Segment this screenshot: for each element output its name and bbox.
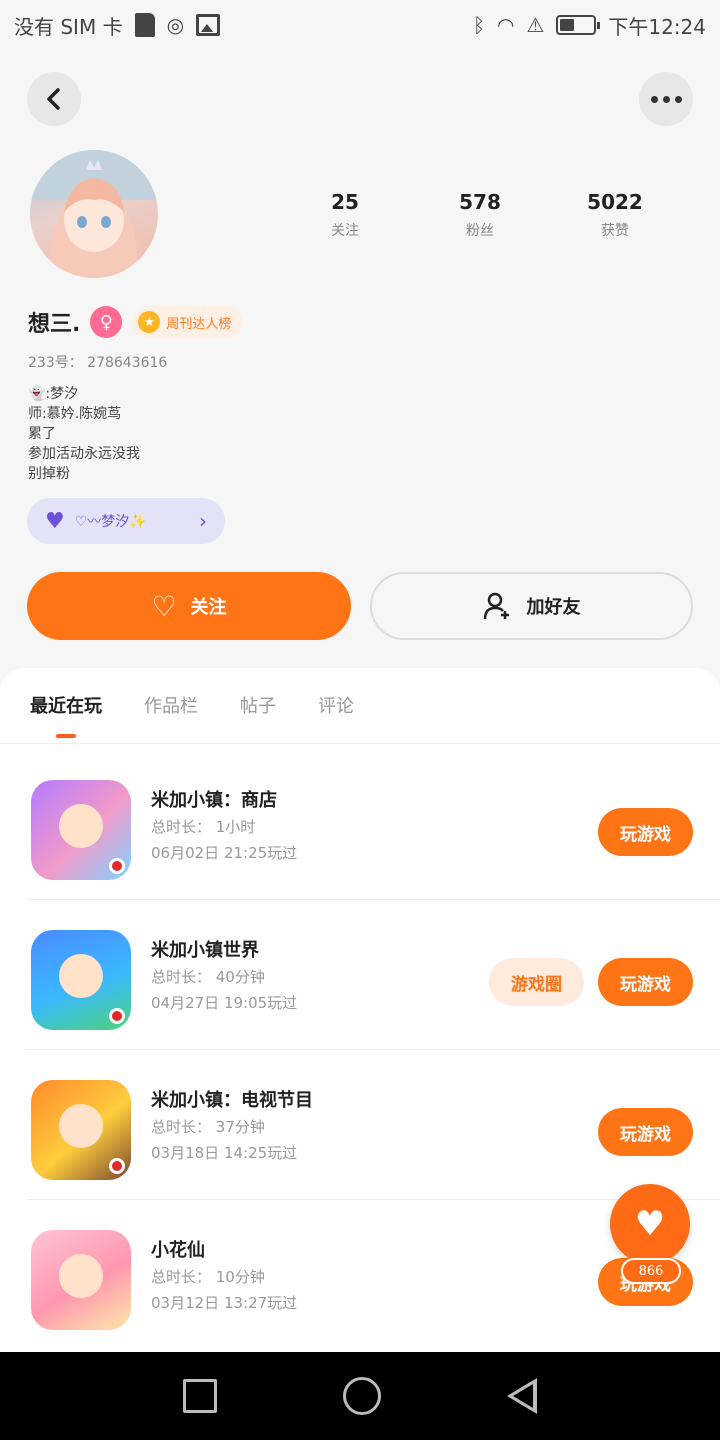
game-last-played: 03月18日 14:25玩过 xyxy=(151,1144,298,1162)
game-duration: 总时长： 10分钟 xyxy=(151,1268,265,1286)
image-icon xyxy=(196,14,221,36)
stat-value: 578 xyxy=(459,190,501,214)
game-title: 米加小镇：电视节目 xyxy=(151,1090,313,1111)
game-title: 米加小镇：商店 xyxy=(151,790,277,811)
sd-card-icon xyxy=(134,13,155,37)
bio-line: 参加活动永远没我 xyxy=(28,446,140,462)
game-last-played: 06月02日 21:25玩过 xyxy=(151,844,298,862)
system-nav-bar xyxy=(0,1352,720,1440)
game-duration: 总时长： 1小时 xyxy=(151,818,256,836)
bluetooth-icon: ᛒ xyxy=(472,13,485,37)
star-icon: ★ xyxy=(138,311,161,333)
heart-plus-icon: ♡ xyxy=(151,589,177,623)
game-title: 米加小镇世界 xyxy=(151,940,259,961)
game-icon[interactable] xyxy=(31,1230,131,1330)
tab-posts[interactable]: 帖子 xyxy=(240,692,276,718)
clock-text: 下午12:24 xyxy=(608,14,706,39)
add-friend-button[interactable]: 加好友 xyxy=(370,572,693,640)
alert-icon: ⚠ xyxy=(526,13,545,37)
profile-stats: 25 关注 578 粉丝 5022 获赞 xyxy=(290,190,670,240)
recents-button[interactable] xyxy=(183,1379,217,1413)
user-id: 233号： 278643616 xyxy=(28,355,168,371)
battery-icon xyxy=(556,15,601,35)
stat-value: 5022 xyxy=(587,190,643,214)
more-options-button[interactable] xyxy=(639,72,693,126)
avatar-illustration xyxy=(30,150,158,278)
game-duration: 总时长： 40分钟 xyxy=(151,968,265,986)
stat-likes[interactable]: 5022 获赞 xyxy=(560,190,670,240)
fan-club-chip[interactable]: ♥ ♡〰梦汐✨ › xyxy=(27,498,225,544)
ranking-badge[interactable]: ★ 周刊达人榜 xyxy=(132,306,244,338)
female-gender-icon: ♀ xyxy=(90,306,123,338)
bio-line: 👻:梦汐 xyxy=(28,386,79,402)
chevron-left-icon xyxy=(47,88,60,110)
game-icon[interactable] xyxy=(31,930,131,1030)
stat-label: 获赞 xyxy=(601,223,629,239)
follow-button[interactable]: ♡ 关注 xyxy=(27,572,351,640)
stat-label: 粉丝 xyxy=(466,223,494,239)
heart-icon: ♥ xyxy=(45,508,65,534)
game-duration: 总时长： 37分钟 xyxy=(151,1118,265,1136)
play-game-button[interactable]: 玩游戏 xyxy=(598,808,693,856)
game-icon[interactable] xyxy=(31,780,131,880)
back-nav-button[interactable] xyxy=(507,1378,537,1414)
club-label: ♡〰梦汐✨ xyxy=(74,514,147,530)
stat-followers[interactable]: 578 粉丝 xyxy=(425,190,535,240)
content-panel: 最近在玩 作品栏 帖子 评论 米加小镇：商店 总时长： 1小时 06月02日 2… xyxy=(0,668,720,1358)
username: 想三. xyxy=(28,312,81,337)
like-count-badge: 866 xyxy=(621,1258,681,1284)
game-icon[interactable] xyxy=(31,1080,131,1180)
heart-icon: ♥ xyxy=(634,1204,666,1244)
game-last-played: 03月12日 13:27玩过 xyxy=(151,1294,298,1312)
stat-value: 25 xyxy=(331,190,359,214)
tab-recent-played[interactable]: 最近在玩 xyxy=(30,692,102,718)
stat-following[interactable]: 25 关注 xyxy=(290,190,400,240)
bio-line: 累了 xyxy=(28,426,56,442)
tabs-divider xyxy=(0,743,720,744)
like-fab-button[interactable]: ♥ xyxy=(610,1184,690,1264)
tab-works[interactable]: 作品栏 xyxy=(144,692,198,718)
list-item[interactable]: 米加小镇世界 总时长： 40分钟 04月27日 19:05玩过 游戏圈 玩游戏 xyxy=(27,900,720,1050)
stat-label: 关注 xyxy=(331,223,359,239)
game-title: 小花仙 xyxy=(151,1240,205,1261)
add-person-icon xyxy=(483,592,509,620)
list-item[interactable]: 米加小镇：电视节目 总时长： 37分钟 03月18日 14:25玩过 玩游戏 xyxy=(27,1050,720,1200)
carrier-text: 没有 SIM 卡 xyxy=(14,14,123,39)
profile-tabs: 最近在玩 作品栏 帖子 评论 xyxy=(30,692,354,718)
hotspot-icon: ◎ xyxy=(166,13,185,37)
back-button[interactable] xyxy=(27,72,81,126)
list-item[interactable]: 米加小镇：商店 总时长： 1小时 06月02日 21:25玩过 玩游戏 xyxy=(27,750,720,900)
bio-line: 师:慕妗.陈婉茑 xyxy=(28,406,122,422)
play-game-button[interactable]: 玩游戏 xyxy=(598,1108,693,1156)
avatar[interactable] xyxy=(30,150,158,278)
badge-label: 周刊达人榜 xyxy=(166,316,232,332)
wifi-icon: ◠ xyxy=(496,13,515,37)
add-friend-label: 加好友 xyxy=(526,597,581,618)
bio: 👻:梦汐 师:慕妗.陈婉茑 累了 参加活动永远没我 别掉粉 xyxy=(28,384,140,484)
more-dots-icon xyxy=(650,95,682,103)
name-row: 想三. ♀ ★ 周刊达人榜 xyxy=(28,306,244,338)
game-last-played: 04月27日 19:05玩过 xyxy=(151,994,298,1012)
home-button[interactable] xyxy=(343,1377,381,1415)
chevron-right-icon: › xyxy=(199,509,207,533)
status-bar: 没有 SIM 卡 ◎ ᛒ ◠ ⚠ 下午12:24 xyxy=(0,0,720,50)
bio-line: 别掉粉 xyxy=(28,466,70,482)
play-game-button[interactable]: 玩游戏 xyxy=(598,958,693,1006)
game-circle-button[interactable]: 游戏圈 xyxy=(489,958,584,1006)
tab-comments[interactable]: 评论 xyxy=(318,692,354,718)
follow-label: 关注 xyxy=(190,597,227,618)
